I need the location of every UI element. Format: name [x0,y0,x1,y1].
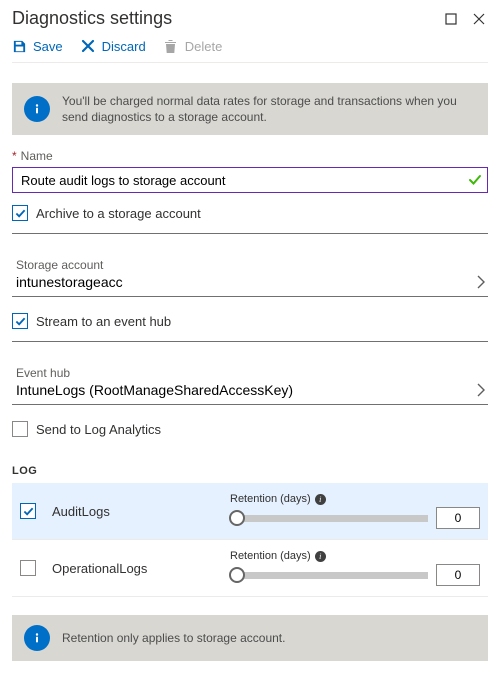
page-title: Diagnostics settings [12,8,432,29]
log-analytics-label: Send to Log Analytics [36,422,161,437]
valid-checkmark-icon [468,173,482,187]
storage-account-value: intunestorageacc [16,274,476,290]
slider-thumb[interactable] [229,567,245,583]
chevron-right-icon [476,382,486,398]
info-icon [24,625,50,651]
maximize-icon[interactable] [442,10,460,28]
retention-input[interactable] [436,564,480,586]
name-input[interactable] [12,167,488,193]
archive-storage-label: Archive to a storage account [36,206,201,221]
event-hub-value: IntuneLogs (RootManageSharedAccessKey) [16,382,476,398]
log-name: OperationalLogs [48,561,218,576]
event-hub-selector[interactable]: Event hub IntuneLogs (RootManageSharedAc… [12,360,488,405]
close-icon[interactable] [470,10,488,28]
name-label: Name [12,149,488,163]
event-hub-label: Event hub [16,366,476,380]
stream-eventhub-checkbox[interactable] [12,313,28,329]
info-icon [24,96,50,122]
log-row-auditlogs[interactable]: AuditLogs Retention (days) i [12,483,488,540]
retention-slider[interactable] [230,572,428,579]
log-name: AuditLogs [48,504,218,519]
retention-label: Retention (days) [230,550,311,562]
info-banner-text: You'll be charged normal data rates for … [62,93,476,125]
stream-eventhub-label: Stream to an event hub [36,314,171,329]
auditlogs-checkbox[interactable] [20,503,36,519]
retention-slider[interactable] [230,515,428,522]
info-banner-bottom: Retention only applies to storage accoun… [12,615,488,661]
command-bar: Save Discard Delete [12,31,488,63]
delete-button: Delete [164,39,223,54]
log-row-operationallogs[interactable]: OperationalLogs Retention (days) i [12,540,488,597]
delete-icon [164,39,179,54]
discard-icon [81,39,96,54]
log-section-heading: LOG [12,465,488,477]
save-button[interactable]: Save [12,39,63,54]
operationallogs-checkbox[interactable] [20,560,36,576]
retention-label: Retention (days) [230,493,311,505]
archive-storage-checkbox[interactable] [12,205,28,221]
discard-label: Discard [102,39,146,54]
save-label: Save [33,39,63,54]
log-analytics-checkbox[interactable] [12,421,28,437]
slider-thumb[interactable] [229,510,245,526]
storage-account-selector[interactable]: Storage account intunestorageacc [12,252,488,297]
save-icon [12,39,27,54]
retention-input[interactable] [436,507,480,529]
discard-button[interactable]: Discard [81,39,146,54]
info-tooltip-icon[interactable]: i [315,551,326,562]
chevron-right-icon [476,274,486,290]
info-tooltip-icon[interactable]: i [315,494,326,505]
info-banner-top: You'll be charged normal data rates for … [12,83,488,135]
delete-label: Delete [185,39,223,54]
storage-account-label: Storage account [16,258,476,272]
